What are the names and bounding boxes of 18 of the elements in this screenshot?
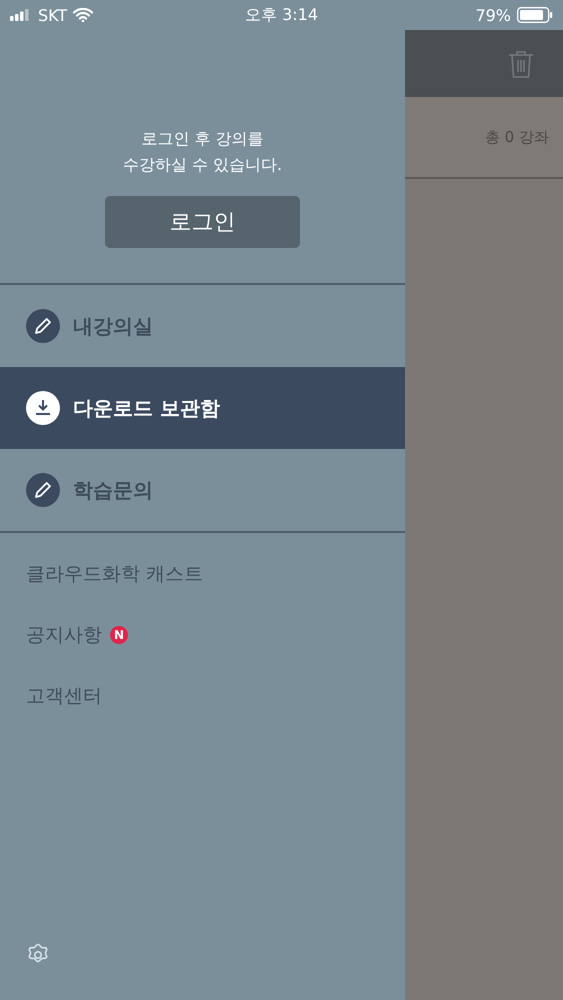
menu-item[interactable]: 다운로드 보관함	[0, 367, 405, 449]
menu-link[interactable]: 공지사항	[26, 622, 102, 648]
menu-item[interactable]: 내강의실	[0, 285, 405, 367]
carrier-label: SKT	[38, 6, 68, 24]
pencil-icon	[26, 309, 60, 343]
new-badge: N	[110, 626, 128, 644]
clock-time: 오후 3:14	[245, 4, 318, 26]
menu-item[interactable]: 학습문의	[0, 449, 405, 531]
battery-icon	[517, 7, 553, 23]
wifi-icon	[73, 8, 94, 22]
menu-link[interactable]: 클라우드화학 캐스트	[26, 560, 204, 586]
login-message: 로그인 후 강의를 수강하실 수 있습니다.	[122, 128, 282, 176]
download-icon	[26, 391, 60, 425]
menu-link[interactable]: 고객센터	[26, 682, 102, 708]
battery-percent: 79%	[475, 6, 511, 24]
pencil-icon	[26, 473, 60, 507]
trash-icon[interactable]	[507, 48, 535, 78]
login-button[interactable]: 로그인	[105, 196, 300, 248]
